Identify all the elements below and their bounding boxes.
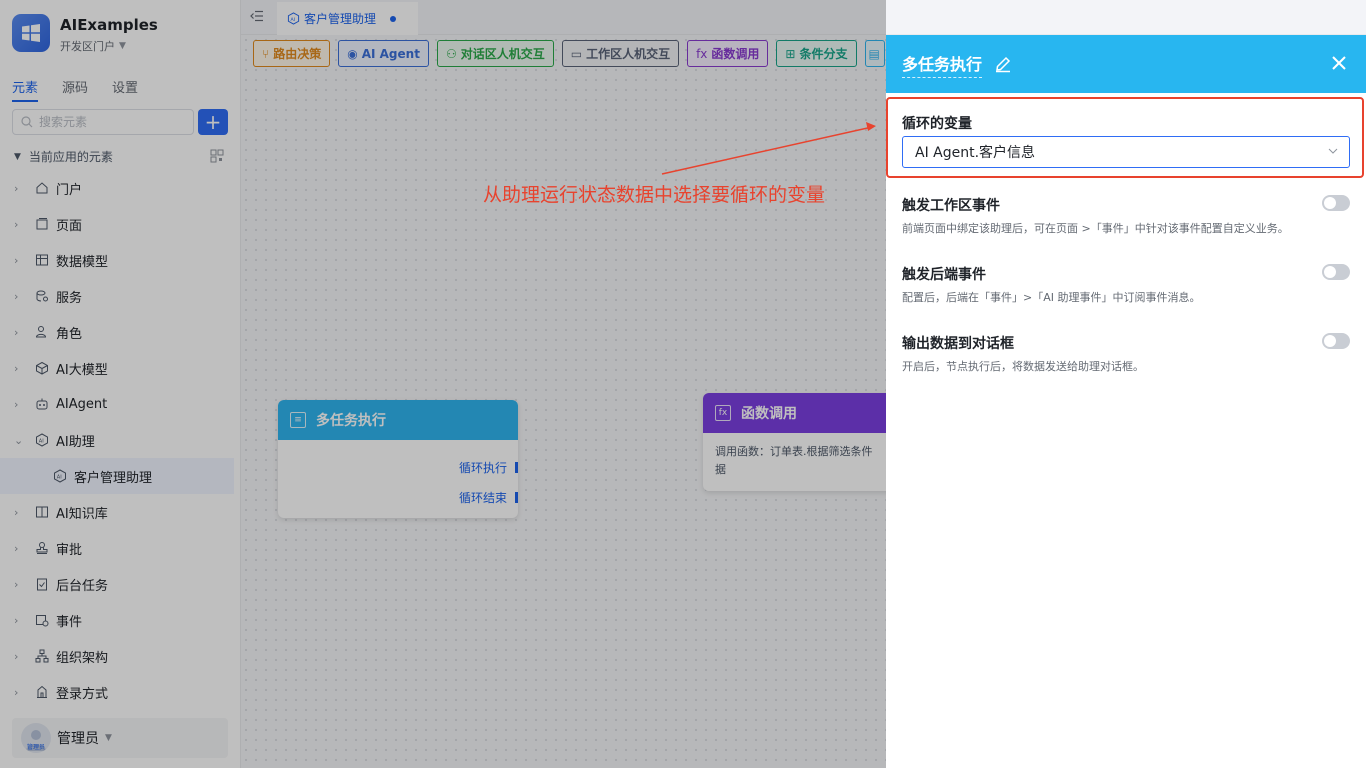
edit-icon[interactable] [994, 55, 1012, 73]
toggle-knob [1324, 197, 1336, 209]
node-config-panel: 多任务执行 循环的变量 AI Agent.客户信息 触发工作区事件 前端页面中绑… [886, 35, 1366, 768]
option-desc: 配置后，后端在「事件」>「AI 助理事件」中订阅事件消息。 [902, 291, 1201, 304]
option-desc: 开启后，节点执行后，将数据发送给助理对话框。 [902, 360, 1144, 373]
toggle-knob [1324, 266, 1336, 278]
close-icon[interactable] [1332, 56, 1346, 74]
panel-header: 多任务执行 [886, 35, 1366, 93]
annotation-text: 从助理运行状态数据中选择要循环的变量 [483, 184, 826, 206]
chevron-down-icon [1327, 145, 1339, 161]
toggle-workspace-event[interactable] [1322, 195, 1350, 211]
option-desc: 前端页面中绑定该助理后，可在页面 >「事件」中针对该事件配置自定义业务。 [902, 222, 1289, 235]
option-title: 触发后端事件 [902, 267, 986, 283]
loop-variable-select[interactable]: AI Agent.客户信息 [902, 136, 1350, 168]
option-title: 输出数据到对话框 [902, 336, 1014, 352]
loop-variable-value: AI Agent.客户信息 [915, 145, 1036, 161]
toggle-knob [1324, 335, 1336, 347]
toggle-backend-event[interactable] [1322, 264, 1350, 280]
panel-title[interactable]: 多任务执行 [902, 51, 983, 78]
loop-variable-label: 循环的变量 [902, 116, 972, 132]
toggle-output-dialog[interactable] [1322, 333, 1350, 349]
option-title: 触发工作区事件 [902, 198, 1000, 214]
